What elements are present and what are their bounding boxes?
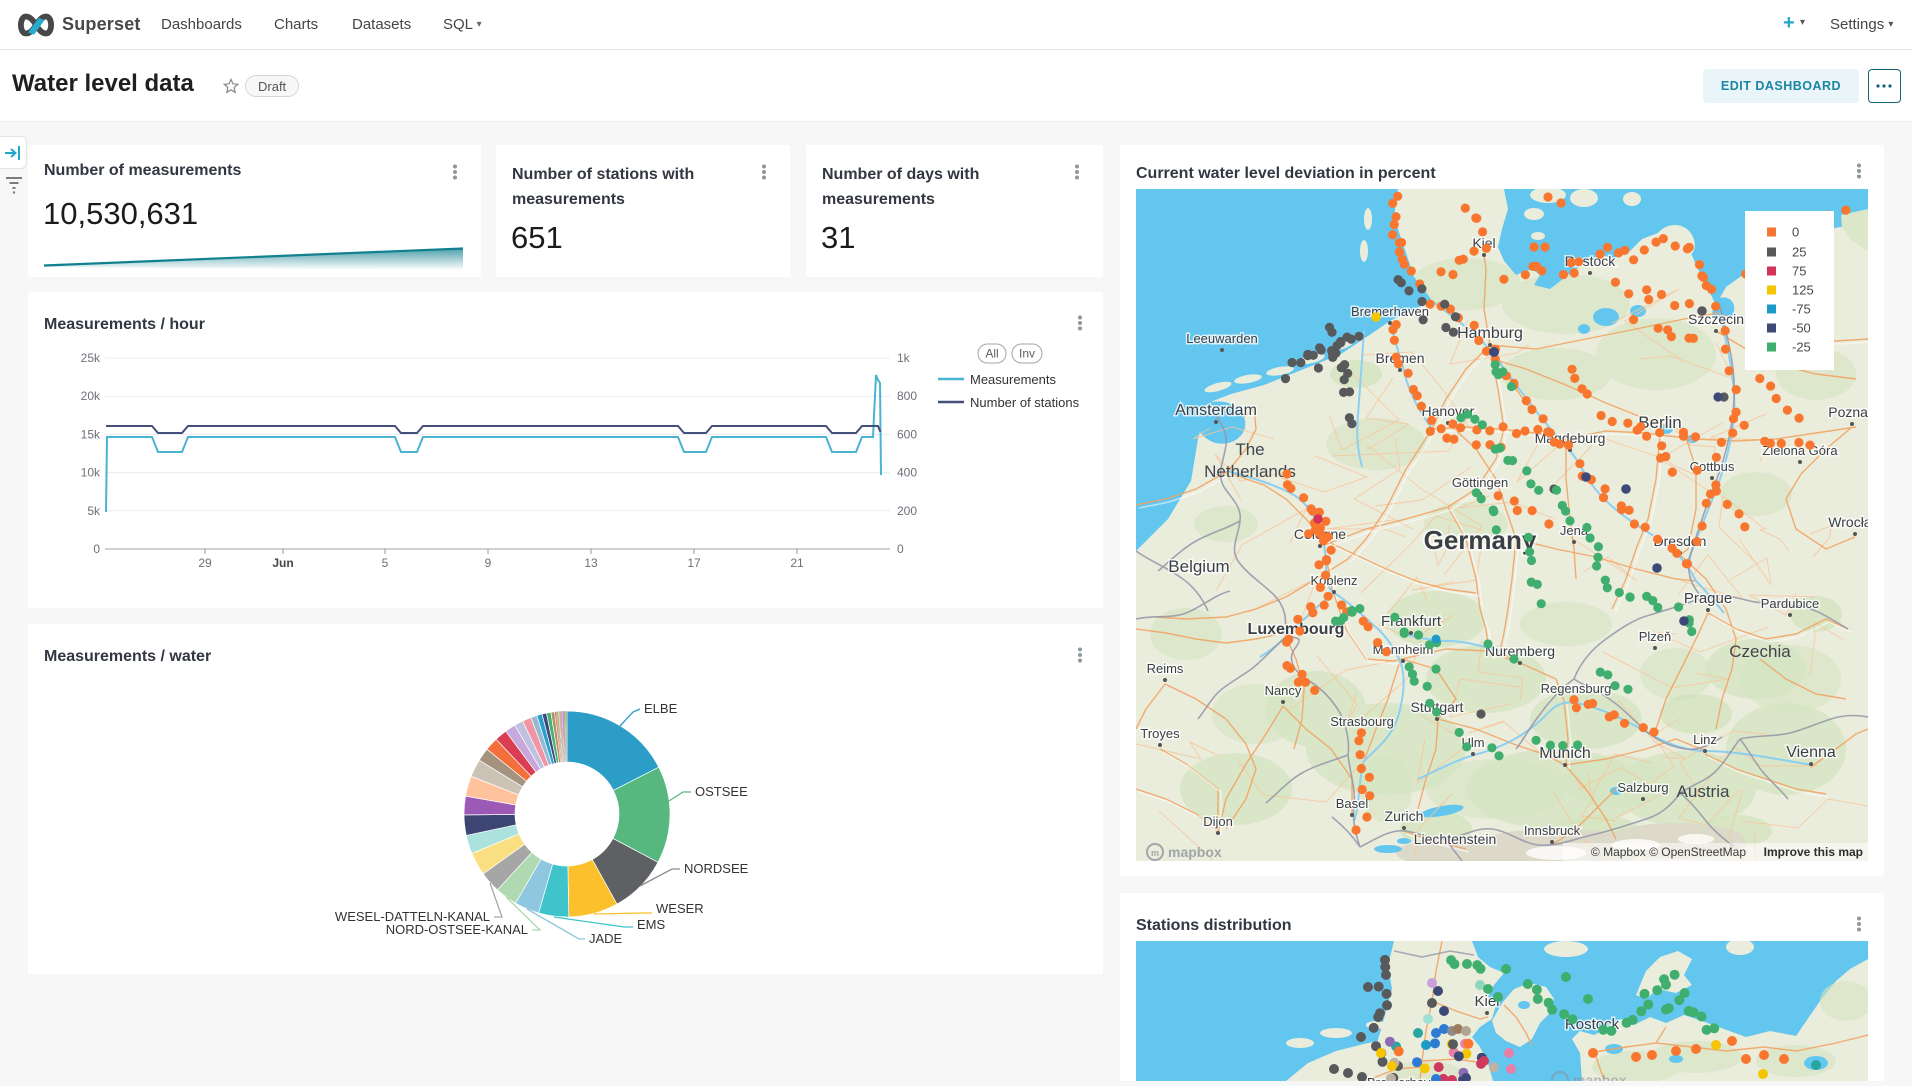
svg-text:NORDSEE: NORDSEE	[684, 861, 749, 876]
svg-text:Bremerhaven: Bremerhaven	[1351, 304, 1429, 319]
svg-text:Number of stations: Number of stations	[970, 395, 1080, 410]
svg-text:5k: 5k	[87, 504, 101, 518]
svg-text:Dijon: Dijon	[1203, 814, 1233, 829]
svg-text:Measurements: Measurements	[970, 372, 1056, 387]
svg-text:Current water level deviation: Current water level deviation in percent	[1136, 165, 1436, 182]
svg-text:Austria: Austria	[1677, 782, 1730, 801]
svg-text:13: 13	[584, 556, 598, 570]
svg-text:1k: 1k	[897, 351, 911, 365]
svg-text:Salzburg: Salzburg	[1617, 780, 1668, 795]
svg-text:600: 600	[897, 427, 917, 441]
svg-text:Leeuwarden: Leeuwarden	[1186, 331, 1258, 346]
svg-text:Netherlands: Netherlands	[1204, 462, 1296, 481]
svg-text:800: 800	[897, 389, 917, 403]
svg-text:Wrocław: Wrocław	[1828, 514, 1882, 530]
svg-text:Measurements / hour: Measurements / hour	[44, 316, 205, 333]
svg-text:Measurements / water: Measurements / water	[44, 648, 211, 665]
svg-text:m: m	[1151, 848, 1159, 858]
svg-text:Innsbruck: Innsbruck	[1524, 823, 1581, 838]
svg-text:Amsterdam: Amsterdam	[1175, 402, 1257, 419]
svg-text:The: The	[1235, 440, 1264, 459]
svg-text:25k: 25k	[81, 351, 101, 365]
svg-text:mapbox: mapbox	[1573, 1072, 1627, 1081]
svg-text:20k: 20k	[81, 389, 101, 403]
svg-text:Germany: Germany	[1424, 525, 1537, 555]
svg-text:9: 9	[485, 556, 492, 570]
svg-text:Frankfurt: Frankfurt	[1381, 613, 1442, 630]
svg-text:EMS: EMS	[637, 917, 666, 932]
svg-text:25: 25	[1792, 245, 1806, 260]
svg-text:Prague: Prague	[1684, 590, 1732, 607]
svg-text:0: 0	[93, 542, 100, 556]
svg-text:10k: 10k	[81, 466, 101, 480]
svg-text:Linz: Linz	[1693, 732, 1717, 747]
svg-text:Poznań: Poznań	[1828, 404, 1875, 420]
svg-text:Nuremberg: Nuremberg	[1485, 643, 1555, 659]
svg-text:JADE: JADE	[589, 931, 623, 946]
svg-text:Reims: Reims	[1147, 661, 1184, 676]
svg-text:15k: 15k	[81, 427, 101, 441]
svg-text:mapbox: mapbox	[1168, 844, 1222, 860]
svg-text:Liechtenstein: Liechtenstein	[1414, 831, 1497, 847]
svg-text:-50: -50	[1792, 321, 1811, 336]
svg-text:200: 200	[897, 504, 917, 518]
svg-text:Regensburg: Regensburg	[1541, 681, 1612, 696]
svg-text:Hamburg: Hamburg	[1457, 325, 1523, 342]
svg-text:21: 21	[790, 556, 804, 570]
svg-text:Szczecin: Szczecin	[1688, 311, 1744, 327]
svg-text:Zurich: Zurich	[1385, 808, 1424, 824]
svg-text:WESEL-DATTELN-KANAL: WESEL-DATTELN-KANAL	[335, 909, 490, 924]
svg-text:Jun: Jun	[272, 556, 293, 570]
svg-text:ELBE: ELBE	[644, 701, 678, 716]
svg-text:Vienna: Vienna	[1786, 744, 1836, 761]
svg-text:© Mapbox © OpenStreetMap: © Mapbox © OpenStreetMap	[1591, 845, 1746, 859]
svg-text:Pardubice: Pardubice	[1761, 596, 1820, 611]
svg-text:Troyes: Troyes	[1140, 726, 1180, 741]
svg-text:Stations distribution: Stations distribution	[1136, 917, 1292, 934]
svg-text:WESER: WESER	[656, 901, 704, 916]
svg-text:NORD-OSTSEE-KANAL: NORD-OSTSEE-KANAL	[386, 922, 528, 937]
svg-text:Göttingen: Göttingen	[1452, 475, 1508, 490]
svg-text:75: 75	[1792, 264, 1806, 279]
svg-text:Czechia: Czechia	[1729, 642, 1791, 661]
svg-text:400: 400	[897, 466, 917, 480]
svg-text:-75: -75	[1792, 302, 1811, 317]
svg-text:125: 125	[1792, 283, 1814, 298]
svg-text:Belgium: Belgium	[1168, 557, 1229, 576]
svg-text:Strasbourg: Strasbourg	[1330, 714, 1394, 729]
svg-text:Inv: Inv	[1019, 347, 1035, 361]
svg-text:OSTSEE: OSTSEE	[695, 784, 748, 799]
svg-text:0: 0	[1792, 225, 1799, 240]
svg-text:All: All	[985, 347, 998, 361]
svg-text:Basel: Basel	[1336, 796, 1369, 811]
svg-text:17: 17	[687, 556, 701, 570]
svg-text:-25: -25	[1792, 340, 1811, 355]
svg-text:Improve this map: Improve this map	[1764, 845, 1863, 859]
svg-text:0: 0	[897, 542, 904, 556]
svg-text:29: 29	[198, 556, 212, 570]
svg-text:Plzeň: Plzeň	[1639, 629, 1672, 644]
svg-text:5: 5	[382, 556, 389, 570]
